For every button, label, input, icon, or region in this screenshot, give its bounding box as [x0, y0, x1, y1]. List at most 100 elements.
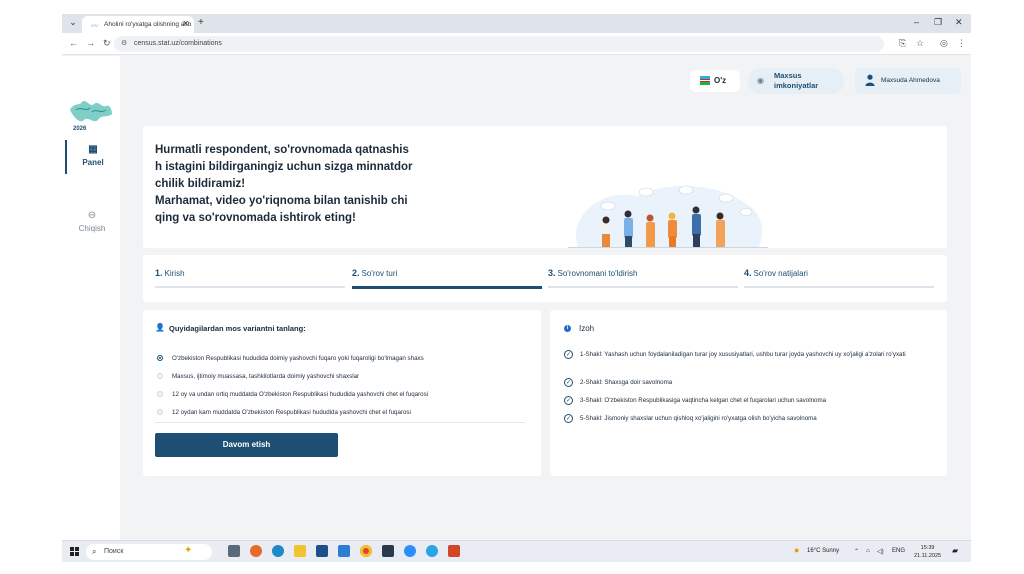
divider	[155, 422, 525, 423]
close-tab-icon[interactable]: ✕	[182, 19, 189, 28]
site-info-icon[interactable]: ⚙	[121, 39, 127, 47]
radio-button[interactable]	[157, 373, 163, 379]
back-icon[interactable]: ←	[69, 38, 78, 48]
sidebar-item-label: Panel	[82, 158, 104, 167]
clock-date: 21.11.2025	[914, 553, 942, 559]
zoom-icon[interactable]	[404, 545, 416, 557]
step-label: So'rov turi	[361, 269, 398, 278]
screen: ⌄ 〰 Aholini ro'yxatga olishning asb ✕ + …	[62, 14, 971, 562]
weather-text[interactable]: 16°C Sunny	[807, 548, 839, 554]
browser-tab[interactable]: 〰 Aholini ro'yxatga olishning asb ✕	[82, 16, 194, 33]
browser-tabbar: ⌄ 〰 Aholini ro'yxatga olishning asb ✕ + …	[62, 14, 971, 33]
close-window-icon[interactable]: ✕	[955, 17, 963, 28]
accessibility-label: Maxsus imkoniyatlar	[774, 71, 819, 90]
radio-button[interactable]	[157, 391, 163, 397]
check-circle-icon: ✓	[564, 350, 573, 359]
survey-type-card: 👤 Quyidagilardan mos variantni tanlang: …	[143, 310, 541, 476]
info-icon: i	[564, 325, 571, 332]
tab-search-icon[interactable]: ⌄	[66, 17, 80, 30]
step-2-indicator	[352, 286, 542, 289]
translate-icon[interactable]: ⎘	[899, 38, 906, 49]
radio-button[interactable]	[157, 355, 163, 361]
radio-option[interactable]: Maxsus, ijtimoiy muassasa, tashkilotlard…	[157, 373, 359, 380]
accessibility-button[interactable]: ◉ Maxsus imkoniyatlar	[748, 68, 844, 94]
copilot-icon[interactable]	[250, 545, 262, 557]
uzbekistan-flag-icon	[700, 76, 710, 85]
note-text: 1-Shakl: Yashash uchun foydalaniladigan …	[580, 351, 906, 358]
step-4[interactable]: 4. So'rov natijalari	[744, 268, 934, 278]
user-name: Maxsuda Ahmedova	[881, 77, 940, 84]
weather-sun-icon: ●	[794, 545, 800, 555]
selection-title: 👤 Quyidagilardan mos variantni tanlang:	[155, 323, 306, 333]
notifications-icon[interactable]: ▰	[952, 546, 958, 555]
system-clock[interactable]: 15:39 21.11.2025	[914, 544, 941, 560]
reload-icon[interactable]: ↻	[103, 38, 111, 49]
radio-label: O'zbekiston Respublikasi hududida doimiy…	[172, 355, 424, 362]
continue-button[interactable]: Davom etish	[155, 433, 338, 457]
user-icon	[865, 74, 875, 86]
network-icon[interactable]: ⌂	[866, 548, 870, 554]
powerpoint-icon[interactable]	[448, 545, 460, 557]
user-menu[interactable]: Maxsuda Ahmedova	[855, 68, 961, 94]
info-card: i Izoh ✓ 1-Shakl: Yashash uchun foydalan…	[550, 310, 947, 476]
step-3[interactable]: 3. So'rovnomani to'ldirish	[548, 268, 738, 278]
site-favicon-icon: 〰	[91, 23, 98, 30]
radio-option[interactable]: 12 oy va undan ortiq muddatda O'zbekisto…	[157, 391, 428, 398]
file-explorer-icon[interactable]	[294, 545, 306, 557]
clock-time: 15:39	[920, 545, 935, 551]
note-item: ✓ 1-Shakl: Yashash uchun foydalaniladiga…	[564, 350, 934, 360]
url-text: census.stat.uz/combinations	[134, 40, 222, 47]
tab-title: Aholini ro'yxatga olishning asb	[104, 21, 192, 28]
store-icon[interactable]	[316, 545, 328, 557]
language-indicator[interactable]: ENG	[892, 548, 905, 554]
note-item: ✓ 5-Shakl: Jismoniy shaxslar uchun qishl…	[564, 414, 934, 424]
browser-menu-icon[interactable]: ⋮	[957, 38, 966, 49]
instruction-paragraph: Marhamat, video yo'riqnoma bilan tanishi…	[155, 195, 408, 224]
check-circle-icon: ✓	[564, 414, 573, 423]
address-bar: ← → ↻ ⚙ census.stat.uz/combinations ⎘ ☆ …	[62, 33, 971, 55]
bookmark-star-icon[interactable]: ☆	[916, 38, 924, 49]
step-3-indicator	[548, 286, 738, 288]
selection-title-text: Quyidagilardan mos variantni tanlang:	[169, 324, 306, 333]
progress-steps: 1. Kirish 2. So'rov turi 3. So'rovnomani to…	[143, 255, 947, 302]
chrome-icon[interactable]	[360, 545, 372, 557]
minimize-icon[interactable]: –	[914, 17, 919, 27]
new-tab-icon[interactable]: +	[198, 17, 204, 28]
app-header: O'z ◉ Maxsus imkoniyatlar Maxsuda Ahmedo…	[120, 56, 971, 120]
step-label: So'rov natijalari	[753, 269, 808, 278]
radio-option[interactable]: 12 oydan kam muddatda O'zbekiston Respub…	[157, 409, 411, 416]
sidebar-item-panel[interactable]: ▦ Panel	[65, 140, 119, 174]
volume-icon[interactable]: ◁)	[877, 548, 884, 555]
windows-taskbar: ⌕ Поиск ✦ ● 16°C Sunny ⌃ ⌂ ◁) ENG 15:39 …	[62, 540, 971, 562]
step-number: 3.	[548, 268, 556, 278]
step-1[interactable]: 1. Kirish	[155, 268, 345, 278]
edge-icon[interactable]	[272, 545, 284, 557]
forward-icon[interactable]: →	[86, 38, 95, 48]
profile-icon[interactable]: ◎	[940, 38, 948, 49]
telegram-icon[interactable]	[426, 545, 438, 557]
restore-icon[interactable]: ❐	[934, 17, 942, 28]
welcome-banner: Hurmatli respondent, so'rovnomada qatnas…	[143, 126, 947, 248]
step-number: 4.	[744, 268, 752, 278]
radio-button[interactable]	[157, 409, 163, 415]
search-placeholder: Поиск	[104, 548, 124, 555]
welcome-text: Hurmatli respondent, so'rovnomada qatnas…	[155, 142, 425, 227]
language-label: O'z	[714, 76, 727, 85]
sidebar-item-logout[interactable]: ⊖ Chiqish	[65, 206, 119, 240]
outlook-icon[interactable]	[338, 545, 350, 557]
taskbar-search[interactable]: ⌕ Поиск ✦	[86, 544, 212, 560]
radio-label: 12 oydan kam muddatda O'zbekiston Respub…	[172, 409, 411, 416]
task-view-icon[interactable]	[228, 545, 240, 557]
step-2[interactable]: 2. So'rov turi	[352, 268, 542, 278]
radio-label: 12 oy va undan ortiq muddatda O'zbekisto…	[172, 391, 429, 398]
sidebar: 2026 ▦ Panel ⊖ Chiqish	[62, 56, 120, 540]
language-switcher[interactable]: O'z	[690, 70, 740, 92]
url-field[interactable]: ⚙ census.stat.uz/combinations	[114, 36, 884, 52]
windows-start-icon[interactable]	[70, 547, 80, 557]
show-hidden-icons-icon[interactable]: ⌃	[854, 548, 859, 555]
step-label: Kirish	[164, 269, 185, 278]
calculator-icon[interactable]	[382, 545, 394, 557]
radio-option[interactable]: O'zbekiston Respublikasi hududida doimiy…	[157, 355, 424, 362]
copilot-sparkle-icon: ✦	[184, 545, 193, 556]
info-title: i Izoh	[564, 324, 594, 333]
